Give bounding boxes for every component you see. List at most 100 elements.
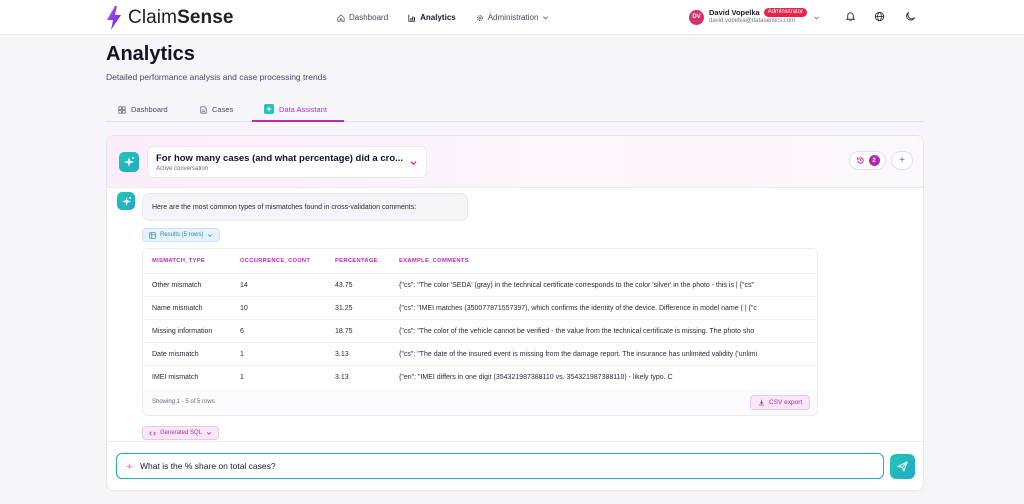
cell-occurrence-count: 6 (240, 328, 244, 335)
message-text: Here are the most common types of mismat… (152, 204, 417, 211)
top-navigation-bar: ClaimSense Dashboard Analytics Administr… (0, 0, 1024, 35)
cell-example-comments: {"en": "IMEI differs in one digit (35432… (399, 374, 673, 381)
lightning-logo-icon (107, 6, 121, 30)
cell-percentage: 31.25 (335, 305, 353, 312)
generated-sql-label: Generated SQL (160, 430, 203, 436)
avatar: DV (689, 9, 704, 25)
nav-item-administration[interactable]: Administration (476, 13, 550, 22)
tab-data-assistant[interactable]: Data Assistant (252, 98, 344, 122)
nav-item-label: Administration (487, 13, 539, 22)
history-icon (856, 157, 864, 164)
chevron-down-icon (206, 432, 212, 435)
cell-example-comments: {"cs": "The color of the vehicle cannot … (399, 328, 755, 335)
sparkle-icon (264, 104, 274, 114)
code-icon (149, 430, 156, 436)
column-header[interactable]: OCCURRENCE_COUNT (240, 258, 310, 264)
cell-mismatch-type: Name mismatch (152, 305, 203, 312)
main-nav: Dashboard Analytics Administration (337, 0, 549, 35)
page-subtitle: Detailed performance analysis and case p… (106, 72, 327, 82)
globe-icon[interactable] (874, 11, 885, 22)
brand-logo[interactable]: ClaimSense (106, 6, 234, 30)
bell-icon[interactable] (845, 11, 856, 22)
assistant-avatar (119, 152, 139, 172)
brand-name: ClaimSense (128, 7, 234, 28)
home-icon (337, 13, 345, 22)
chevron-down-icon (543, 16, 549, 20)
conversation-status: Active conversation (156, 166, 209, 172)
cell-occurrence-count: 14 (240, 282, 248, 289)
analytics-tabs: Dashboard Cases Data Assistant (106, 98, 924, 122)
results-table-body[interactable]: MISMATCH_TYPE OCCURRENCE_COUNT PERCENTAG… (143, 249, 817, 389)
question-input-box[interactable] (116, 453, 884, 479)
new-conversation-button[interactable]: + (891, 151, 913, 170)
page-title: Analytics (106, 43, 195, 65)
bar-chart-icon (408, 14, 416, 22)
column-header[interactable]: EXAMPLE_COMMENTS (399, 258, 469, 264)
cell-mismatch-type: Missing information (152, 328, 213, 335)
moon-icon[interactable] (905, 11, 916, 22)
question-input[interactable] (140, 461, 840, 471)
table-pagination-info: Showing 1 - 5 of 5 rows (152, 399, 215, 405)
gear-icon (476, 14, 483, 21)
column-header[interactable]: MISMATCH_TYPE (152, 258, 205, 264)
nav-item-dashboard[interactable]: Dashboard (337, 13, 388, 22)
sparkle-icon (124, 157, 134, 167)
table-row: IMEI mismatch 1 3.13 {"en": "IMEI differ… (143, 365, 817, 388)
cell-example-comments: {"cs": "IMEI matches (350077871557397), … (399, 305, 757, 312)
cell-mismatch-type: Other mismatch (152, 282, 202, 289)
chevron-down-icon (208, 234, 213, 237)
results-table: MISMATCH_TYPE OCCURRENCE_COUNT PERCENTAG… (142, 248, 818, 416)
csv-export-label: CSV export (769, 399, 803, 406)
tab-label: Cases (212, 105, 234, 114)
table-row: Other mismatch 14 43.75 {"cs": "The colo… (143, 273, 817, 296)
tab-dashboard[interactable]: Dashboard (118, 98, 168, 121)
generated-sql-toggle[interactable]: Generated SQL (142, 426, 220, 440)
message-composer (107, 441, 923, 490)
history-count-badge: 2 (868, 155, 880, 166)
send-button[interactable] (890, 454, 915, 479)
grid-icon (118, 105, 126, 114)
cell-example-comments: {"cs": "The color 'SEDA' (gray) in the t… (399, 282, 754, 289)
table-row: Name mismatch 10 31.25 {"cs": "IMEI matc… (143, 296, 817, 319)
user-name-row: David Vopelka Administrator (709, 8, 808, 17)
cell-example-comments: {"cs": "The date of the insured event is… (399, 351, 758, 358)
document-icon (200, 106, 207, 113)
data-assistant-panel: For how many cases (and what percentage)… (106, 135, 924, 491)
nav-item-label: Dashboard (349, 13, 389, 22)
table-row: Date mismatch 1 3.13 {"cs": "The date of… (143, 342, 817, 365)
chevron-down-icon (410, 161, 417, 166)
user-menu[interactable]: DV David Vopelka Administrator david.vop… (689, 8, 820, 26)
conversation-header: For how many cases (and what percentage)… (107, 136, 923, 188)
results-toggle[interactable]: Results (5 rows) (142, 228, 221, 242)
conversation-title: For how many cases (and what percentage)… (156, 153, 404, 164)
assistant-message: Here are the most common types of mismat… (142, 193, 468, 221)
cell-mismatch-type: Date mismatch (152, 351, 199, 358)
tab-label: Dashboard (131, 105, 168, 114)
cell-mismatch-type: IMEI mismatch (152, 374, 199, 381)
sparkle-icon (125, 462, 134, 470)
user-name: David Vopelka (709, 8, 760, 17)
cell-percentage: 3.13 (335, 351, 349, 358)
chevron-down-icon (814, 16, 819, 19)
assistant-avatar (117, 192, 135, 210)
download-icon (759, 399, 764, 406)
role-badge: Administrator (763, 8, 808, 17)
cell-percentage: 3.13 (335, 374, 349, 381)
send-icon (897, 461, 908, 472)
tab-cases[interactable]: Cases (200, 98, 233, 121)
user-email: david.vopelka@datasentics.com (709, 18, 796, 24)
nav-item-analytics[interactable]: Analytics (408, 13, 456, 22)
results-label: Results (5 rows) (160, 232, 204, 238)
csv-export-button[interactable]: CSV export (750, 395, 811, 410)
cell-percentage: 18.75 (335, 328, 353, 335)
conversation-history-button[interactable]: 2 (849, 151, 886, 170)
cell-occurrence-count: 1 (240, 374, 244, 381)
cell-occurrence-count: 10 (240, 305, 248, 312)
nav-item-label: Analytics (420, 13, 456, 22)
cell-percentage: 43.75 (335, 282, 353, 289)
table-row: Missing information 6 18.75 {"cs": "The … (143, 319, 817, 342)
column-header[interactable]: PERCENTAGE (335, 258, 378, 264)
conversation-selector[interactable]: For how many cases (and what percentage)… (147, 146, 427, 178)
cell-occurrence-count: 1 (240, 351, 244, 358)
sparkle-icon (121, 196, 131, 206)
